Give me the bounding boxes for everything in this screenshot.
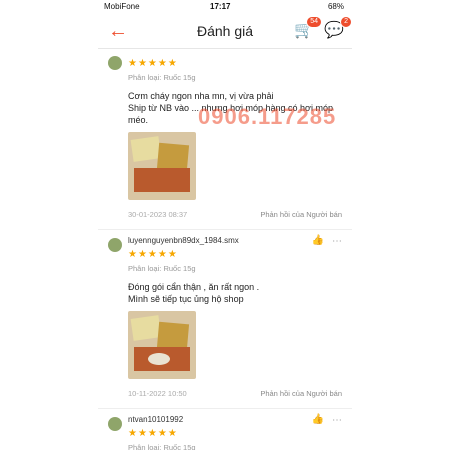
- review-date: 10-11-2022 10:50: [128, 389, 187, 398]
- time-label: 17:17: [210, 2, 231, 11]
- reviewer-name: ntvan10101992: [128, 415, 184, 424]
- review-item: ★★★★★ Phân loại: Ruốc 15g Cơm cháy ngon …: [98, 48, 352, 230]
- phone-screen: MobiFone 17:17 68% ← Đánh giá 🛒 54 💬 2 ★…: [98, 0, 352, 450]
- rating-stars: ★★★★★: [128, 249, 178, 260]
- variant-label: Phân loại: Ruốc 15g: [128, 73, 196, 82]
- avatar: [108, 56, 122, 70]
- chat-button[interactable]: 💬 2: [324, 16, 352, 42]
- avatar: [108, 417, 122, 431]
- left-gutter: [0, 0, 98, 450]
- status-bar: MobiFone 17:17 68%: [98, 0, 352, 14]
- review-photo[interactable]: [128, 132, 196, 200]
- reviewer-name: luyennguyenbn89dx_1984.smx: [128, 236, 239, 245]
- seller-reply-toggle[interactable]: Phản hồi của Người bán: [260, 389, 342, 398]
- seller-reply-toggle[interactable]: Phản hồi của Người bán: [260, 210, 342, 219]
- review-meta: 10-11-2022 10:50 Phản hồi của Người bán: [128, 389, 342, 398]
- more-icon[interactable]: ⋯: [332, 415, 342, 426]
- right-gutter: [352, 0, 450, 450]
- review-item: 👍 ⋯ luyennguyenbn89dx_1984.smx ★★★★★ Phâ…: [98, 230, 352, 409]
- review-item: 👍 ⋯ ntvan10101992 ★★★★★ Phân loại: Ruốc …: [98, 409, 352, 450]
- more-icon[interactable]: ⋯: [332, 236, 342, 247]
- carrier-label: MobiFone: [104, 2, 140, 11]
- screenshot-frame: MobiFone 17:17 68% ← Đánh giá 🛒 54 💬 2 ★…: [0, 0, 450, 450]
- like-icon[interactable]: 👍: [312, 235, 324, 246]
- variant-label: Phân loại: Ruốc 15g: [128, 264, 196, 273]
- top-navbar: ← Đánh giá 🛒 54 💬 2: [98, 14, 352, 49]
- like-icon[interactable]: 👍: [312, 414, 324, 425]
- cart-badge: 54: [306, 16, 322, 28]
- review-photo[interactable]: [128, 311, 196, 379]
- review-date: 30-01-2023 08:37: [128, 210, 188, 219]
- avatar: [108, 238, 122, 252]
- cart-button[interactable]: 🛒 54: [294, 16, 322, 42]
- review-meta: 30-01-2023 08:37 Phản hồi của Người bán: [128, 210, 342, 219]
- reviews-list[interactable]: ★★★★★ Phân loại: Ruốc 15g Cơm cháy ngon …: [98, 48, 352, 450]
- review-comment: Đóng gói cẩn thận , ăn rất ngon . Mình s…: [128, 282, 260, 304]
- variant-label: Phân loại: Ruốc 15g: [128, 443, 196, 450]
- rating-stars: ★★★★★: [128, 428, 178, 439]
- rating-stars: ★★★★★: [128, 58, 178, 69]
- battery-label: 68%: [327, 2, 344, 11]
- chat-badge: 2: [340, 16, 352, 28]
- watermark: 0906.117285: [198, 104, 337, 129]
